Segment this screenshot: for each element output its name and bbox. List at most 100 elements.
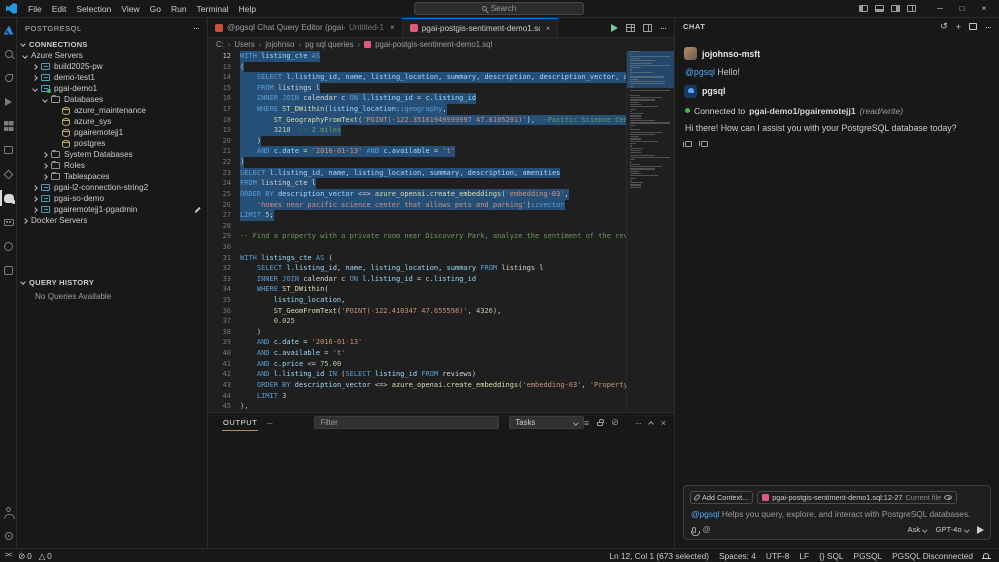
run-debug-icon[interactable] [0,90,17,114]
code-line[interactable]: 26 'homes near pacific science center th… [208,200,626,211]
menu-selection[interactable]: Selection [71,4,116,14]
toggle-secondary-sidebar-icon[interactable] [891,5,900,12]
chat-mode-select[interactable]: Ask [908,525,927,534]
search-icon[interactable] [0,42,17,66]
status-pgsql[interactable]: PGSQL [854,551,883,561]
github-icon[interactable] [0,234,17,258]
code-line[interactable]: 33 INNER JOIN calendar c ON l.listing_id… [208,274,626,285]
panel-more-actions-icon[interactable] [635,418,641,428]
menu-run[interactable]: Run [166,4,192,14]
chat-history-icon[interactable] [940,21,948,32]
minimize-button[interactable] [929,0,951,18]
code-line[interactable]: 23SELECT l.listing_id, name, listing_loc… [208,168,626,179]
connections-section-header[interactable]: CONNECTIONS [17,38,207,50]
lock-scroll-icon[interactable] [597,422,603,427]
tree-item-pgairemotejj1[interactable]: pgairemotejj1 [17,127,207,138]
menu-terminal[interactable]: Terminal [192,4,234,14]
toggle-panel-icon[interactable] [875,5,884,12]
tab-output[interactable]: OUTPUT [222,415,258,431]
breadcrumb-item[interactable]: C: [216,40,224,49]
account-icon[interactable] [0,500,17,524]
attached-file-chip[interactable]: pgai-postgis-sentiment-demo1.sql:12-27 C… [757,491,957,504]
tab-pgsql-chat-query-editor-pgai-remote[interactable]: @pgsql Chat Query Editor (pgai-remote-Un… [208,18,403,37]
command-center-search[interactable]: Search [414,2,584,15]
menu-edit[interactable]: Edit [47,4,72,14]
code-line[interactable]: 28 [208,221,626,232]
editor-more-actions-icon[interactable] [660,23,666,33]
tree-item-pgai-so-demo[interactable]: pgai-so-demo [17,193,207,204]
close-panel-icon[interactable] [661,418,666,428]
tree-item-azure-sys[interactable]: azure_sys [17,116,207,127]
close-tab-icon[interactable] [390,23,395,32]
chat-input-box[interactable]: Add Context... pgai-postgis-sentiment-de… [683,485,991,540]
status-spaces-4[interactable]: Spaces: 4 [719,551,756,561]
settings-icon[interactable] [0,524,17,548]
code-line[interactable]: 44 LIMIT 3 [208,391,626,402]
code-line[interactable]: 29-- Find a property with a private room… [208,231,626,242]
send-icon[interactable] [977,526,984,534]
code-line[interactable]: 15 FROM listings l [208,83,626,94]
query-history-section-header[interactable]: QUERY HISTORY [17,276,207,288]
status-ln-12-col-1-673-selected[interactable]: Ln 12, Col 1 (673 selected) [609,551,709,561]
edit-icon[interactable] [194,206,200,212]
open-chat-editor-icon[interactable] [969,23,977,30]
makefile-icon[interactable] [0,258,17,282]
code-line[interactable]: 42 AND l.listing_id IN (SELECT listing_i… [208,369,626,380]
thumbs-up-icon[interactable] [685,141,692,147]
status-lf[interactable]: LF [799,551,809,561]
minimap[interactable] [626,51,674,412]
tree-item-azure-maintenance[interactable]: azure_maintenance [17,105,207,116]
code-line[interactable]: 43 ORDER BY description_vector <=> azure… [208,380,626,391]
word-wrap-icon[interactable] [584,418,589,428]
code-line[interactable]: 24FROM listing_cte l [208,178,626,189]
azure-resources-icon[interactable] [0,162,17,186]
code-line[interactable]: 22) [208,157,626,168]
tree-item-system-databases[interactable]: System Databases [17,149,207,160]
split-editor-icon[interactable] [643,24,652,32]
source-control-icon[interactable] [0,66,17,90]
code-line[interactable]: 19 3218 -- 2 miles [208,125,626,136]
code-line[interactable]: 38 ) [208,327,626,338]
menu-file[interactable]: File [23,4,47,14]
mention-icon[interactable]: @ [703,525,711,534]
code-line[interactable]: 27LIMIT 5; [208,210,626,221]
output-channel-select[interactable]: Tasks [509,416,584,429]
code-line[interactable]: 36 ST_GeomFromText('POINT(-122.410347 47… [208,306,626,317]
close-tab-icon[interactable] [546,24,551,33]
error-count[interactable]: 0 [18,551,32,561]
menu-view[interactable]: View [116,4,144,14]
model-select[interactable]: GPT-4o [936,525,968,534]
mic-icon[interactable] [692,527,696,533]
code-line[interactable]: 40 AND c.available = 't' [208,348,626,359]
tree-item-pgai-l2-connection-string2[interactable]: pgai-l2-connection-string2 [17,182,207,193]
close-window-button[interactable] [973,0,995,18]
chat-text-input[interactable]: @pgsql Helps you query, explore, and int… [691,509,984,519]
toggle-sidebar-icon[interactable] [859,5,868,12]
warning-count[interactable]: △0 [39,551,52,561]
new-chat-icon[interactable] [956,22,961,32]
output-filter-input[interactable] [314,416,499,429]
code-line[interactable]: 35 listing_location, [208,295,626,306]
breadcrumb-item[interactable]: pg sql queries [305,40,354,49]
tree-item-postgres[interactable]: postgres [17,138,207,149]
customize-layout-icon[interactable] [907,5,916,12]
breadcrumb-item[interactable]: jojohnso [265,40,294,49]
tree-item-pgai-demo1[interactable]: pgai-demo1 [17,83,207,94]
postgresql-icon[interactable] [0,186,17,210]
code-line[interactable]: 41 AND c.price <= 75.00 [208,359,626,370]
breadcrumb-item[interactable]: pgai-postgis-sentiment-demo1.sql [375,40,492,49]
code-area[interactable]: 12WITH listing_cte AS13(14 SELECT l.list… [208,51,626,412]
code-line[interactable]: 32 SELECT l.listing_id, name, listing_lo… [208,263,626,274]
tree-item-databases[interactable]: Databases [17,94,207,105]
code-line[interactable]: 17 WHERE ST_DWithin(listing_location::ge… [208,104,626,115]
azure-icon[interactable] [0,18,17,42]
sidebar-more-actions-icon[interactable] [193,23,199,33]
remote-indicator[interactable]: >< [5,552,11,559]
eye-icon[interactable] [944,495,952,500]
remote-explorer-icon[interactable] [0,138,17,162]
maximize-button[interactable] [951,0,973,18]
code-line[interactable]: 45), [208,401,626,412]
menu-help[interactable]: Help [234,4,261,14]
status-utf-8[interactable]: UTF-8 [766,551,790,561]
tree-item-pgairemotejj1-pgadmin[interactable]: pgairemotejj1-pgadmin [17,204,207,215]
